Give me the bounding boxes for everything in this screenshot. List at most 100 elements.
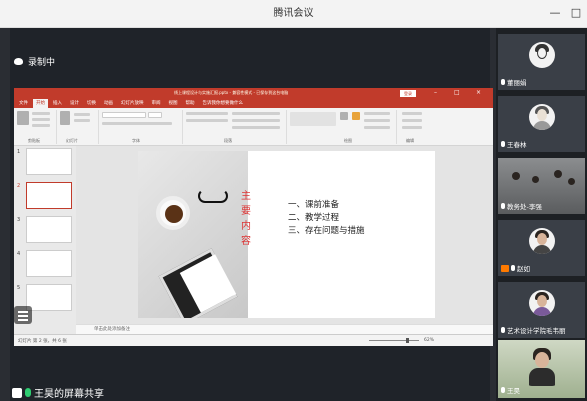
cut-button bbox=[32, 112, 50, 115]
shape-effects-button bbox=[364, 126, 390, 129]
ppt-tab[interactable]: 开始 bbox=[33, 99, 48, 108]
ppt-tab[interactable]: 切换 bbox=[84, 99, 99, 108]
maximize-button[interactable]: □ bbox=[569, 6, 583, 20]
ppt-status-bar: 幻灯片 第 2 张，共 6 张 62% bbox=[14, 334, 493, 346]
slide-content-list[interactable]: 一、课前准备 二、教学过程 三、存在问题与措施 bbox=[288, 199, 365, 238]
group-editing-label: 编辑 bbox=[406, 138, 414, 143]
group-separator bbox=[396, 110, 397, 144]
select-button bbox=[402, 126, 422, 129]
microphone-icon bbox=[501, 79, 505, 85]
ppt-tab[interactable]: 幻灯片放映 bbox=[118, 99, 147, 108]
ppt-titlebar: 线上课程设计与实施汇报.pptx - 兼容性模式 - 已保存到这台电脑 登录 –… bbox=[14, 88, 493, 99]
recording-indicator[interactable]: 录制中 bbox=[14, 54, 55, 68]
ppt-tab[interactable]: 设计 bbox=[67, 99, 82, 108]
group-clipboard-label: 剪贴板 bbox=[28, 138, 40, 143]
new-slide-icon[interactable] bbox=[60, 111, 70, 125]
participant-video-tile[interactable]: 王昊 bbox=[498, 340, 585, 398]
notes-pane[interactable]: 单击此处添加备注 bbox=[76, 324, 493, 334]
participant-name: 王昊 bbox=[507, 387, 520, 395]
ppt-tab[interactable]: 帮助 bbox=[183, 99, 198, 108]
smartart-button bbox=[232, 126, 280, 129]
reset-button bbox=[74, 119, 90, 122]
list-item: 二、教学过程 bbox=[288, 213, 340, 223]
room-person bbox=[512, 172, 520, 180]
group-separator bbox=[286, 110, 287, 144]
participant-name-tag: 王昊 bbox=[501, 385, 520, 395]
participant-tile[interactable]: 董丽娟 bbox=[498, 34, 585, 90]
paragraph-buttons bbox=[186, 112, 228, 115]
ppt-tab[interactable]: 视图 bbox=[166, 99, 181, 108]
slide-thumbnail[interactable]: 3 bbox=[16, 216, 74, 244]
slide-number: 5 bbox=[17, 285, 21, 291]
font-name-box[interactable] bbox=[102, 112, 146, 118]
slide-thumbnail-image bbox=[26, 216, 72, 243]
zoom-slider[interactable] bbox=[369, 340, 419, 341]
paste-icon[interactable] bbox=[17, 111, 29, 125]
ppt-tab[interactable]: 文件 bbox=[16, 99, 31, 108]
list-item: 三、存在问题与措施 bbox=[288, 226, 365, 236]
font-size-box[interactable] bbox=[148, 112, 162, 118]
slide-vertical-title[interactable]: 主 要 内 容 bbox=[238, 189, 254, 249]
slide-thumbnail-image bbox=[26, 284, 72, 311]
avatar bbox=[529, 290, 555, 316]
participant-name-tag: 赵如 bbox=[501, 263, 530, 273]
cloud-record-icon bbox=[14, 57, 23, 65]
participant-tile[interactable]: 艺术设计学院毛韦丽 bbox=[498, 282, 585, 338]
slide-thumbnail[interactable]: 4 bbox=[16, 250, 74, 278]
microphone-icon bbox=[501, 203, 505, 209]
ppt-ribbon-tabs: 文件 开始 插入 设计 切换 动画 幻灯片放映 审阅 视图 帮助 告诉我你想要做什么 bbox=[14, 99, 493, 108]
participant-name: 王春林 bbox=[507, 141, 527, 149]
participant-name: 教务处-李强 bbox=[507, 203, 542, 211]
microphone-icon bbox=[501, 141, 505, 147]
room-person bbox=[568, 178, 575, 185]
slide-number: 2 bbox=[17, 183, 21, 189]
minimize-button[interactable]: — bbox=[548, 6, 562, 20]
zoom-level[interactable]: 62% bbox=[424, 338, 434, 343]
slide-editing-canvas: 主 要 内 容 一、课前准备 二、教学过程 三、存在问题与措施 bbox=[76, 146, 493, 324]
list-item: 一、课前准备 bbox=[288, 200, 340, 210]
text-direction-button bbox=[232, 112, 280, 115]
ppt-minimize-icon[interactable]: – bbox=[434, 89, 437, 96]
shapes-gallery[interactable] bbox=[290, 112, 336, 126]
slide-thumbnail-image bbox=[26, 250, 72, 277]
shape-fill-button bbox=[364, 112, 390, 115]
participant-tile[interactable]: 赵如 bbox=[498, 220, 585, 276]
window-title: 腾讯会议 bbox=[273, 8, 314, 19]
glasses-image bbox=[198, 189, 228, 203]
participant-name: 董丽娟 bbox=[507, 79, 527, 87]
microphone-icon bbox=[25, 388, 31, 397]
ppt-tab[interactable]: 审阅 bbox=[149, 99, 164, 108]
microphone-icon bbox=[511, 265, 515, 271]
quick-styles-icon[interactable] bbox=[352, 112, 360, 120]
ppt-ribbon: 剪贴板 幻灯片 字体 段落 绘图 编辑 bbox=[14, 108, 493, 146]
room-person bbox=[532, 176, 539, 183]
avatar bbox=[529, 42, 555, 68]
participant-video-tile[interactable]: 教务处-李强 bbox=[498, 158, 585, 214]
participant-name-tag: 王春林 bbox=[501, 139, 527, 149]
microphone-icon bbox=[501, 387, 505, 393]
ppt-tab[interactable]: 动画 bbox=[101, 99, 116, 108]
arrange-icon[interactable] bbox=[340, 112, 348, 120]
title-char: 容 bbox=[241, 236, 251, 247]
current-slide[interactable]: 主 要 内 容 一、课前准备 二、教学过程 三、存在问题与措施 bbox=[138, 151, 435, 318]
share-toolbar-menu-button[interactable] bbox=[14, 306, 32, 324]
ppt-maximize-icon[interactable]: □ bbox=[454, 89, 460, 96]
ppt-tab[interactable]: 告诉我你想要做什么 bbox=[200, 99, 247, 108]
zoom-slider-handle[interactable] bbox=[406, 338, 409, 343]
avatar bbox=[529, 104, 555, 130]
participant-tile[interactable]: 王春林 bbox=[498, 96, 585, 152]
title-char: 主 bbox=[241, 191, 251, 202]
title-char: 要 bbox=[241, 206, 251, 217]
participant-name-tag: 艺术设计学院毛韦丽 bbox=[501, 325, 566, 335]
ppt-login-button[interactable]: 登录 bbox=[400, 90, 416, 97]
replace-button bbox=[402, 119, 422, 122]
group-font-label: 字体 bbox=[132, 138, 140, 143]
slide-thumbnail-selected[interactable]: 2 bbox=[16, 182, 74, 210]
ppt-tab[interactable]: 插入 bbox=[50, 99, 65, 108]
slide-number: 4 bbox=[17, 251, 21, 257]
avatar bbox=[529, 228, 555, 254]
group-drawing-label: 绘图 bbox=[344, 138, 352, 143]
slide-thumbnail[interactable]: 1 bbox=[16, 148, 74, 176]
format-painter-button bbox=[32, 124, 50, 127]
ppt-close-icon[interactable]: × bbox=[476, 89, 481, 96]
